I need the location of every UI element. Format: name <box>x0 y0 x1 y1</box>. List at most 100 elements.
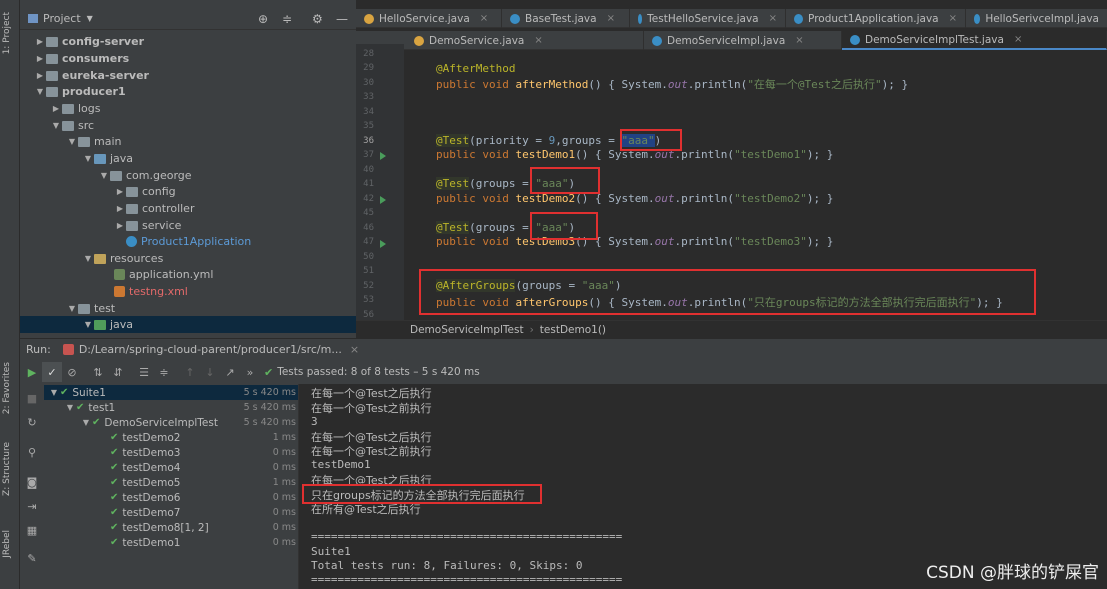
project-tool-tab[interactable]: 1: Project <box>2 12 12 54</box>
tab-demoserviceimpltest[interactable]: DemoServiceImplTest.java × <box>842 31 1107 50</box>
tree-item-consumers[interactable]: ▶ consumers <box>34 50 129 67</box>
arrow-down-icon[interactable]: ↓ <box>200 362 220 382</box>
tree-item-resources[interactable]: ▼ resources <box>82 250 163 267</box>
chevron-down-icon[interactable]: ▼ <box>80 418 92 427</box>
chevron-down-icon[interactable]: ▼ <box>48 388 60 397</box>
tree-item-java-test[interactable]: ▼ java <box>20 316 356 333</box>
chevron-down-icon[interactable]: ▼ <box>66 304 78 313</box>
show-passed-icon[interactable]: ✓ <box>42 362 62 382</box>
run-test-gutter-icon[interactable] <box>380 196 386 204</box>
test-node-suite1[interactable]: ▼ ✔ Suite1 5 s 420 ms <box>44 385 298 400</box>
tree-item-producer1[interactable]: ▼ producer1 <box>34 83 126 100</box>
close-icon[interactable]: × <box>1014 34 1022 45</box>
collapse-all-icon[interactable]: ≑ <box>154 362 174 382</box>
stop-icon[interactable]: ■ <box>22 388 42 408</box>
tree-item-test[interactable]: ▼ test <box>66 300 115 317</box>
tree-item-controller[interactable]: ▶ controller <box>114 200 195 217</box>
exit-icon[interactable]: ⇥ <box>22 496 42 516</box>
chevron-right-icon[interactable]: ▶ <box>50 104 62 113</box>
tree-item-logs[interactable]: ▶ logs <box>50 100 101 117</box>
gear-icon[interactable]: ⚙ <box>312 12 323 26</box>
sort-duration-icon[interactable]: ⇵ <box>108 362 128 382</box>
tab-demoservice[interactable]: DemoService.java × <box>406 31 644 50</box>
test-node-method[interactable]: ✔ testDemo4 0 ms <box>44 460 298 475</box>
chevron-down-icon[interactable]: ▼ <box>82 154 94 163</box>
chevron-down-icon[interactable]: ▼ <box>82 320 94 329</box>
chevron-down-icon[interactable]: ▼ <box>98 171 110 180</box>
tab-demoserviceimpl[interactable]: DemoServiceImpl.java × <box>644 31 842 50</box>
chevron-down-icon[interactable]: ▼ <box>87 14 93 23</box>
layout-icon[interactable]: ▦ <box>22 520 42 540</box>
tree-item-config-server[interactable]: ▶ config-server <box>34 33 144 50</box>
chevron-right-icon[interactable]: ▶ <box>114 221 126 230</box>
run-test-gutter-icon[interactable] <box>380 152 386 160</box>
close-icon[interactable]: × <box>795 35 803 46</box>
close-icon[interactable]: × <box>607 13 615 24</box>
run-test-gutter-icon[interactable] <box>380 240 386 248</box>
expand-all-icon[interactable]: ☰ <box>134 362 154 382</box>
tree-item-java-main[interactable]: ▼ java <box>82 150 133 167</box>
breadcrumb-method[interactable]: testDemo1() <box>540 324 606 336</box>
tree-item-product1application[interactable]: Product1Application <box>126 233 251 250</box>
tree-item-service[interactable]: ▶ service <box>114 217 181 234</box>
rerun-icon[interactable]: ▶ <box>22 362 42 382</box>
close-icon[interactable]: × <box>480 13 488 24</box>
tree-item-eureka-server[interactable]: ▶ eureka-server <box>34 67 149 84</box>
arrow-up-icon[interactable]: ↑ <box>180 362 200 382</box>
tab-helloservice[interactable]: HelloService.java × <box>356 9 502 28</box>
show-ignored-icon[interactable]: ⊘ <box>62 362 82 382</box>
tree-item-application-yml[interactable]: application.yml <box>114 266 213 283</box>
chevron-down-icon[interactable]: ▼ <box>82 254 94 263</box>
chevron-right-icon[interactable]: ▶ <box>34 71 46 80</box>
sort-alpha-icon[interactable]: ⇅ <box>88 362 108 382</box>
test-node-class[interactable]: ▼ ✔ DemoServiceImplTest 5 s 420 ms <box>44 415 298 430</box>
chevron-right-icon[interactable]: ▶ <box>34 54 46 63</box>
pin-icon[interactable]: ⚲ <box>22 442 42 462</box>
project-panel-title[interactable]: Project <box>43 12 81 25</box>
chevron-down-icon[interactable]: ▼ <box>64 403 76 412</box>
chevron-down-icon[interactable]: ▼ <box>34 87 46 96</box>
test-node-method[interactable]: ✔ testDemo5 1 ms <box>44 475 298 490</box>
highlight-box <box>530 212 598 240</box>
favorites-tool-tab[interactable]: 2: Favorites <box>2 362 12 414</box>
test-node-method[interactable]: ✔ testDemo2 1 ms <box>44 430 298 445</box>
tab-product1application[interactable]: Product1Application.java × <box>786 9 966 28</box>
test-node-method[interactable]: ✔ testDemo3 0 ms <box>44 445 298 460</box>
chevron-right-icon[interactable]: ▶ <box>114 187 126 196</box>
export-icon[interactable]: ↗ <box>220 362 240 382</box>
chevron-down-icon[interactable]: ▼ <box>50 121 62 130</box>
close-icon[interactable]: × <box>949 13 957 24</box>
test-node-test1[interactable]: ▼ ✔ test1 5 s 420 ms <box>44 400 298 415</box>
close-icon[interactable]: × <box>534 35 542 46</box>
jrebel-tool-tab[interactable]: JRebel <box>2 530 12 558</box>
structure-tool-tab[interactable]: Z: Structure <box>2 442 12 496</box>
tree-item-testng-xml[interactable]: testng.xml <box>114 283 188 300</box>
camera-icon[interactable]: ◙ <box>22 472 42 492</box>
collapse-all-icon[interactable]: ≑ <box>282 12 292 26</box>
tab-testhelloservice[interactable]: TestHelloService.java × <box>630 9 786 28</box>
chevron-down-icon[interactable]: ▼ <box>66 137 78 146</box>
tree-item-config[interactable]: ▶ config <box>114 183 176 200</box>
breadcrumb-class[interactable]: DemoServiceImplTest <box>410 324 524 336</box>
tab-helloserivceimpl[interactable]: HelloSerivceImpl.java <box>966 9 1107 28</box>
test-node-method[interactable]: ✔ testDemo6 0 ms <box>44 490 298 505</box>
close-icon[interactable]: × <box>350 343 359 356</box>
more-icon[interactable]: » <box>240 362 260 382</box>
tree-item-com-george[interactable]: ▼ com.george <box>98 167 192 184</box>
run-config-tab[interactable]: D:/Learn/spring-cloud-parent/producer1/s… <box>79 343 342 356</box>
locate-icon[interactable]: ⊕ <box>258 12 268 26</box>
line-number: 33 <box>363 92 374 102</box>
tab-basetest[interactable]: BaseTest.java × <box>502 9 630 28</box>
rerun-failed-icon[interactable]: ↻ <box>22 412 42 432</box>
tree-item-src[interactable]: ▼ src <box>50 117 94 134</box>
hide-panel-icon[interactable]: — <box>336 12 348 26</box>
editor-gutter: 28 29 30 33 34 35 36 37 40 41 42 45 46 4… <box>356 44 404 320</box>
close-icon[interactable]: × <box>769 13 777 24</box>
test-node-method[interactable]: ✔ testDemo1 0 ms <box>44 535 298 550</box>
chevron-right-icon[interactable]: ▶ <box>114 204 126 213</box>
chevron-right-icon[interactable]: ▶ <box>34 37 46 46</box>
test-node-method[interactable]: ✔ testDemo8[1, 2] 0 ms <box>44 520 298 535</box>
pin-tab-icon[interactable]: ✎ <box>22 548 42 568</box>
tree-item-main[interactable]: ▼ main <box>66 133 122 150</box>
test-node-method[interactable]: ✔ testDemo7 0 ms <box>44 505 298 520</box>
